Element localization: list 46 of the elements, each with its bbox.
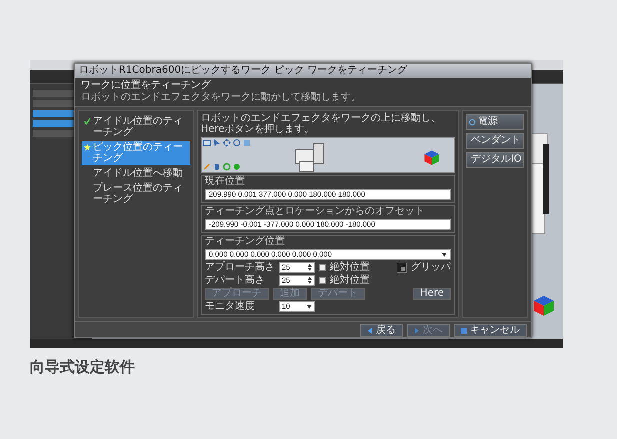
pencil-icon bbox=[203, 163, 211, 171]
checkbox-label: 絶対位置 bbox=[330, 262, 370, 272]
refresh-icon bbox=[223, 163, 231, 171]
nav-cube-icon bbox=[533, 295, 555, 317]
step-item[interactable]: ピック位置のティーチング bbox=[82, 141, 190, 165]
dialog-subheading: ロボットのエンドエフェクタをワークに動かして移動します。 bbox=[81, 92, 362, 104]
gripper-icon bbox=[397, 262, 407, 272]
step-item[interactable]: アイドル位置のティーチング bbox=[82, 115, 190, 139]
gripper-label: グリッパ bbox=[411, 262, 451, 272]
spinner-icon bbox=[308, 263, 312, 272]
side-button[interactable]: デジタルIO bbox=[466, 152, 524, 168]
nav-cube-icon bbox=[424, 150, 440, 166]
step-item[interactable]: プレース位置のティーチング bbox=[82, 182, 190, 206]
rotate-icon bbox=[233, 139, 241, 147]
group-label: ティーチング位置 bbox=[205, 237, 286, 247]
caption: 向导式设定软件 bbox=[30, 358, 136, 377]
circle-icon bbox=[233, 163, 241, 171]
row-label: デパート高さ bbox=[205, 276, 266, 286]
cancel-icon bbox=[461, 328, 467, 334]
checkbox[interactable] bbox=[319, 264, 326, 271]
star-icon bbox=[84, 144, 91, 151]
here-button[interactable]: Here bbox=[413, 288, 451, 300]
next-arrow-icon bbox=[414, 328, 420, 334]
window-icon bbox=[203, 139, 211, 147]
group-label: ティーチング点とロケーションからのオフセット bbox=[205, 207, 426, 217]
cursor-icon bbox=[213, 139, 221, 147]
dialog-title: ロボットR1Cobra600にピックするワーク ピック ワークをティーチング bbox=[75, 64, 531, 78]
row-label: アプローチ高さ bbox=[205, 262, 275, 272]
group-label: 現在位置 bbox=[205, 177, 246, 187]
footer-button[interactable]: キャンセル bbox=[454, 324, 527, 337]
step-item[interactable]: アイドル位置へ移動 bbox=[82, 167, 190, 180]
back-arrow-icon bbox=[367, 328, 373, 334]
cylinder-icon bbox=[213, 163, 221, 171]
checkbox-label: 絶対位置 bbox=[330, 276, 370, 286]
caret-icon bbox=[307, 305, 312, 309]
side-button[interactable]: 電源 bbox=[466, 114, 524, 130]
row-label: モニタ速度 bbox=[205, 302, 256, 312]
spinner-icon bbox=[308, 276, 312, 285]
power-icon bbox=[469, 118, 476, 126]
caret-icon bbox=[442, 252, 447, 256]
dialog-heading: ワークに位置をティーチング bbox=[81, 80, 212, 92]
side-button[interactable]: ペンダント bbox=[466, 133, 524, 149]
instruction-text: ロボットのエンドエフェクタをワークの上に移動し、Hereボタンを押します。 bbox=[201, 113, 442, 135]
move-arrows-icon bbox=[223, 139, 231, 147]
footer-button[interactable]: 戻る bbox=[360, 324, 403, 337]
checkbox[interactable] bbox=[319, 277, 326, 284]
